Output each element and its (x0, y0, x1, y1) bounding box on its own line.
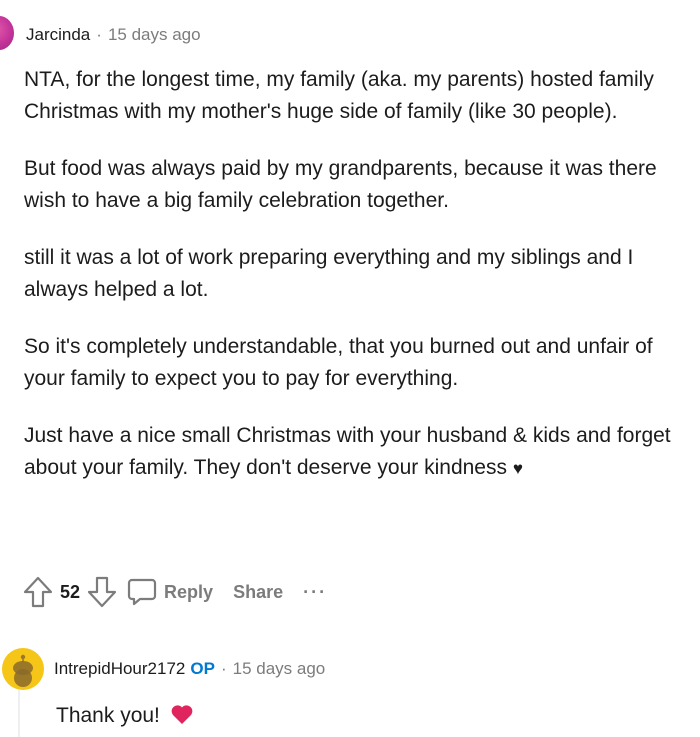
comment-timestamp[interactable]: 15 days ago (108, 25, 201, 44)
meta-separator: · (96, 25, 102, 44)
comment-paragraph: But food was always paid by my grandpare… (24, 157, 657, 212)
comment-meta: IntrepidHour2172 OP · 15 days ago (54, 658, 325, 680)
comment-author[interactable]: IntrepidHour2172 (54, 659, 185, 678)
comment-body: NTA, for the longest time, my family (ak… (24, 64, 684, 510)
comment-text: Thank you! (56, 704, 160, 727)
comment-timestamp[interactable]: 15 days ago (233, 659, 326, 678)
comment-paragraph: NTA, for the longest time, my family (ak… (24, 68, 654, 123)
comment-actions: 52 Reply Share ··· (22, 574, 327, 610)
op-badge: OP (190, 659, 215, 678)
snoo-avatar-icon (2, 648, 44, 690)
share-button[interactable]: Share (233, 582, 283, 603)
reply-button[interactable]: Reply (126, 574, 213, 610)
avatar[interactable] (2, 648, 44, 690)
thread-line[interactable] (18, 690, 20, 737)
vote-count: 52 (60, 581, 81, 602)
more-options-button[interactable]: ··· (303, 582, 327, 603)
comment-paragraph: still it was a lot of work preparing eve… (24, 246, 634, 301)
speech-bubble-icon (126, 574, 158, 610)
heart-icon: ♥ (512, 459, 523, 478)
downvote-arrow-icon[interactable] (86, 574, 118, 610)
comment-author[interactable]: Jarcinda (26, 25, 90, 44)
comment-paragraph: So it's completely understandable, that … (24, 335, 653, 390)
comment-body: Thank you! (56, 700, 194, 735)
red-heart-icon (170, 703, 194, 735)
comment-meta: Jarcinda · 15 days ago (26, 24, 201, 46)
comment-paragraph-text: Just have a nice small Christmas with yo… (24, 424, 671, 479)
reply-label: Reply (164, 581, 214, 602)
comment-paragraph-last: Just have a nice small Christmas with yo… (24, 420, 684, 485)
comment-thread: Jarcinda · 15 days ago NTA, for the longes… (0, 0, 700, 737)
avatar[interactable] (0, 16, 14, 50)
upvote-arrow-icon[interactable] (22, 574, 54, 610)
meta-separator: · (220, 659, 227, 678)
